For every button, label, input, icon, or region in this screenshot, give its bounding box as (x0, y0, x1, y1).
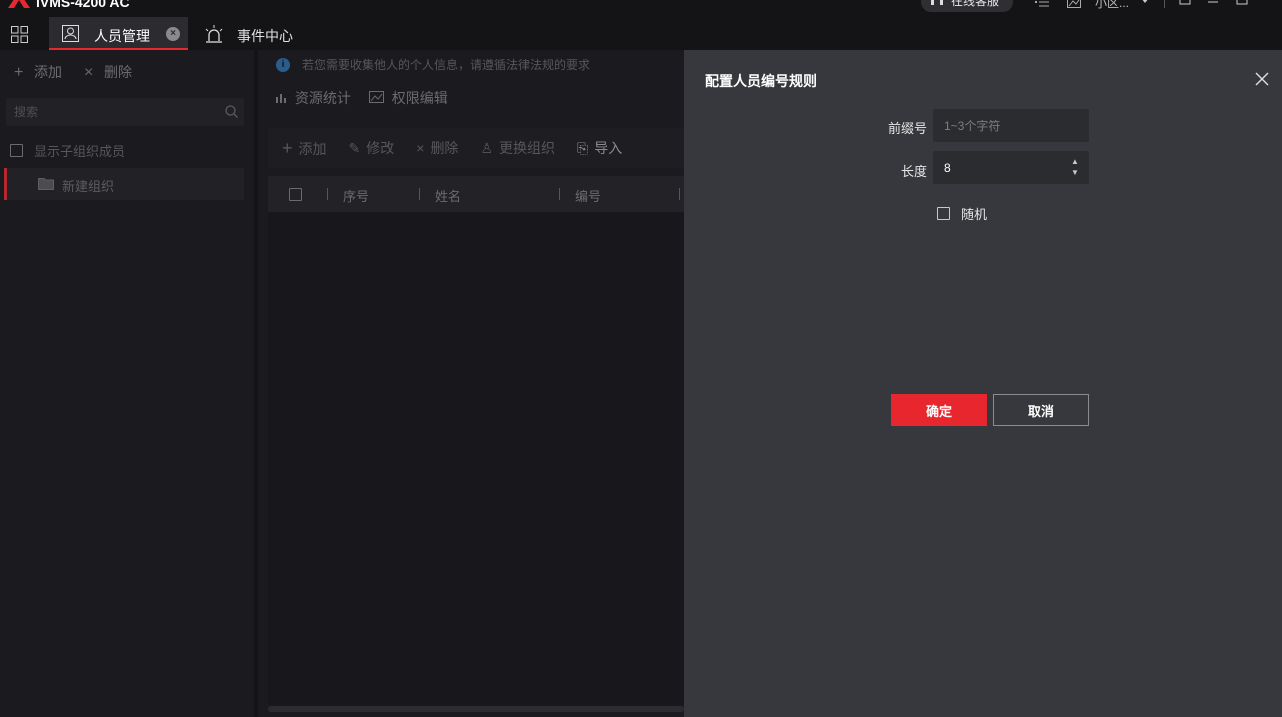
permission-edit-label: 权限编辑 (391, 90, 448, 106)
close-icon: × (416, 140, 425, 156)
image-icon[interactable] (1067, 0, 1081, 8)
column-header-name[interactable]: 姓名 (435, 186, 461, 205)
chevron-down-icon[interactable] (1140, 0, 1150, 8)
length-stepper[interactable]: ▲ ▼ (1070, 156, 1080, 178)
search-icon[interactable] (225, 105, 238, 118)
person-table-header: 序号 姓名 编号 (268, 176, 684, 212)
tab-label: 事件中心 (237, 28, 293, 44)
random-label: 随机 (961, 207, 988, 222)
prefix-label: 前缀号 (887, 121, 927, 136)
select-all-checkbox[interactable] (289, 187, 302, 201)
change-organization-button[interactable]: ♙ 更换组织 (480, 138, 555, 158)
column-separator (559, 188, 560, 200)
checkbox[interactable] (937, 207, 950, 220)
app-title: iVMS-4200 AC (36, 0, 130, 10)
import-icon: ⎘ (577, 140, 589, 156)
modify-label: 修改 (366, 140, 395, 156)
minimize-icon[interactable] (1207, 0, 1219, 8)
delete-person-button[interactable]: × 删除 (416, 138, 458, 158)
column-header-id[interactable]: 编号 (575, 186, 601, 205)
minimize-to-tray-icon[interactable] (1179, 0, 1191, 8)
apps-grid-icon[interactable] (11, 26, 28, 43)
length-label: 长度 (900, 164, 927, 179)
app-logo-icon (8, 0, 30, 8)
import-button[interactable]: ⎘ 导入 (577, 138, 622, 158)
column-separator (679, 188, 680, 200)
organization-actions: + 添加 × 删除 (14, 62, 132, 82)
delete-label: 删除 (104, 64, 132, 80)
delete-label: 删除 (430, 140, 459, 156)
person-toolbar: + 添加 ✎ 修改 × 删除 ♙ 更换组织 ⎘ 导入 (268, 128, 684, 168)
delete-organization-button[interactable]: × 删除 (84, 62, 132, 82)
column-separator (419, 188, 420, 200)
add-person-button[interactable]: + 添加 (282, 138, 327, 159)
add-organization-button[interactable]: + 添加 (14, 62, 62, 82)
add-label: 添加 (34, 64, 62, 80)
module-tab-bar: 人员管理 × 事件中心 (0, 14, 1282, 50)
edit-icon: ✎ (348, 140, 361, 156)
search-input[interactable] (6, 98, 216, 126)
decrement-icon[interactable]: ▼ (1070, 167, 1080, 178)
organization-panel: + 添加 × 删除 显示子组织成员 新建组织 (0, 50, 254, 717)
close-icon: × (84, 64, 94, 81)
online-support-button[interactable]: 在线客服 (921, 0, 1013, 12)
tab-person-management[interactable]: 人员管理 × (49, 17, 188, 50)
headset-icon (931, 0, 943, 5)
show-sub-members-label: 显示子组织成员 (34, 144, 126, 159)
cancel-button[interactable]: 取消 (993, 394, 1089, 426)
plus-icon: + (282, 137, 293, 158)
plus-icon: + (14, 64, 24, 81)
increment-icon[interactable]: ▲ (1070, 156, 1080, 167)
id-rule-drawer: 配置人员编号规则 前缀号 长度 ▲ ▼ 随机 确定 取消 (684, 50, 1282, 717)
info-icon: i (276, 57, 290, 72)
person-card-icon (62, 25, 79, 42)
org-icon: ♙ (480, 140, 493, 156)
random-checkbox[interactable]: 随机 (937, 204, 987, 223)
person-list-area: i 若您需要收集他人的个人信息，请遵循法律法规的要求 资源统计 权限编辑 + 添加… (258, 50, 684, 717)
maximize-icon[interactable] (1236, 0, 1248, 8)
list-icon[interactable] (1035, 0, 1049, 8)
prefix-input[interactable] (933, 109, 1089, 142)
permission-edit-button[interactable]: 权限编辑 (368, 88, 448, 108)
tree-item-label: 新建组织 (62, 179, 115, 194)
notice-text: 若您需要收集他人的个人信息，请遵循法律法规的要求 (302, 58, 591, 72)
confirm-button[interactable]: 确定 (891, 394, 987, 426)
column-separator (327, 188, 328, 200)
import-label: 导入 (594, 140, 623, 156)
close-icon[interactable] (1255, 72, 1269, 86)
organization-search (6, 98, 244, 126)
tab-label: 人员管理 (94, 28, 150, 44)
resource-stats-button[interactable]: 资源统计 (276, 88, 351, 108)
horizontal-scrollbar[interactable] (268, 706, 684, 712)
change-org-label: 更换组织 (499, 140, 555, 156)
column-header-index[interactable]: 序号 (343, 186, 369, 205)
online-support-label: 在线客服 (951, 0, 1000, 8)
permission-image-icon (368, 91, 384, 103)
checkbox[interactable] (10, 144, 23, 157)
resource-stats-label: 资源统计 (294, 90, 351, 106)
length-input[interactable] (933, 151, 1089, 184)
show-sub-members-checkbox[interactable]: 显示子组织成员 (10, 141, 125, 160)
bar-chart-icon (276, 94, 286, 103)
separator (1164, 0, 1165, 8)
title-bar: iVMS-4200 AC 在线客服 小区... (0, 0, 1282, 14)
person-table-body (268, 212, 684, 705)
tree-item-organization[interactable]: 新建组织 (4, 168, 244, 200)
modify-person-button[interactable]: ✎ 修改 (349, 138, 395, 158)
privacy-notice: i 若您需要收集他人的个人信息，请遵循法律法规的要求 (276, 56, 590, 73)
user-name[interactable]: 小区... (1095, 0, 1129, 11)
prefix-field (933, 109, 1089, 142)
folder-icon (38, 178, 54, 190)
close-tab-icon[interactable]: × (166, 27, 180, 41)
tab-event-center[interactable]: 事件中心 (200, 17, 310, 50)
sub-toolbar: 资源统计 权限编辑 (276, 88, 448, 108)
length-field: ▲ ▼ (933, 151, 1089, 184)
alarm-light-icon (205, 25, 223, 43)
add-label: 添加 (298, 140, 327, 157)
drawer-title: 配置人员编号规则 (705, 73, 817, 89)
